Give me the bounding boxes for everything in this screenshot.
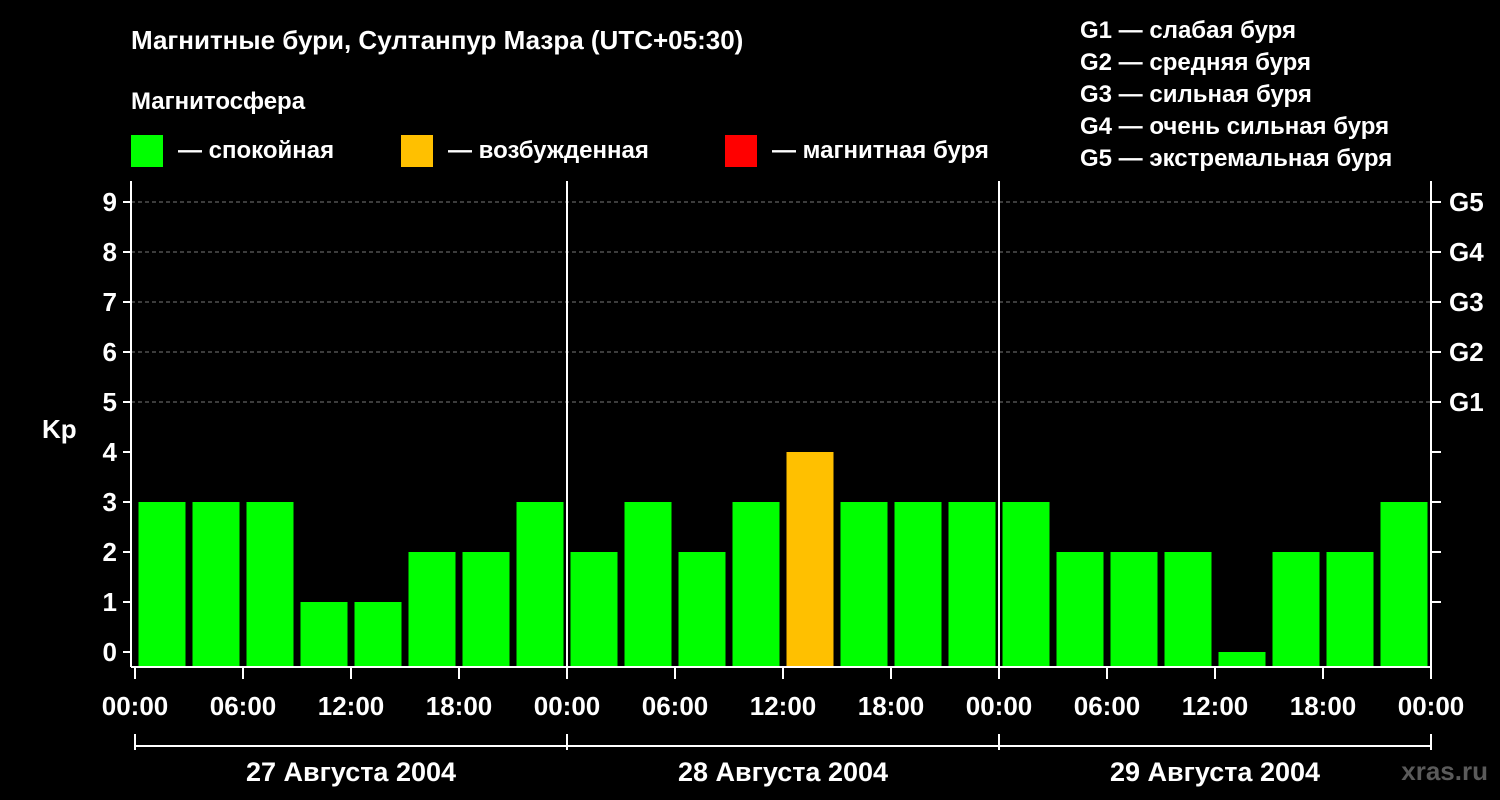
kp-bar xyxy=(624,502,672,667)
x-tick-label: 00:00 xyxy=(102,691,169,721)
x-tick-label: 00:00 xyxy=(534,691,601,721)
bars xyxy=(138,452,1428,667)
kp-bar xyxy=(192,502,240,667)
x-tick-label: 00:00 xyxy=(1398,691,1465,721)
y-tick-label: 3 xyxy=(103,487,117,517)
kp-bar xyxy=(1002,502,1050,667)
legend-swatch-unsettled xyxy=(401,135,433,167)
kp-bar xyxy=(300,602,348,667)
kp-bar xyxy=(948,502,996,667)
legend-swatch-storm xyxy=(725,135,757,167)
kp-bar xyxy=(1164,552,1212,667)
y-tick-label: 0 xyxy=(103,637,117,667)
y-tick-label: 4 xyxy=(103,437,118,467)
x-tick-label: 06:00 xyxy=(642,691,709,721)
legend-swatch-quiet xyxy=(131,135,163,167)
scale-g1: G1 — слабая буря xyxy=(1080,17,1296,44)
x-tick-label: 18:00 xyxy=(1290,691,1357,721)
kp-bar xyxy=(408,552,456,667)
grid-lines xyxy=(131,181,1431,667)
kp-bar xyxy=(732,502,780,667)
kp-bar xyxy=(1272,552,1320,667)
x-tick-label: 18:00 xyxy=(426,691,493,721)
day-label: 28 Августа 2004 xyxy=(678,757,888,787)
right-tick-label: G5 xyxy=(1449,187,1484,217)
day-label: 29 Августа 2004 xyxy=(1110,757,1320,787)
kp-bar xyxy=(1380,502,1428,667)
watermark: xras.ru xyxy=(1401,756,1488,786)
kp-bar xyxy=(570,552,618,667)
x-tick-label: 12:00 xyxy=(750,691,817,721)
kp-bar xyxy=(516,502,564,667)
chart-title: Магнитные бури, Султанпур Мазра (UTC+05:… xyxy=(131,25,743,55)
kp-bar xyxy=(354,602,402,667)
right-tick-label: G1 xyxy=(1449,387,1484,417)
y-tick-label: 5 xyxy=(103,387,117,417)
y-tick-label: 1 xyxy=(103,587,117,617)
scale-g4: G4 — очень сильная буря xyxy=(1080,113,1389,140)
y-axis-label: Kp xyxy=(42,414,77,444)
day-label: 27 Августа 2004 xyxy=(246,757,456,787)
x-tick-label: 12:00 xyxy=(1182,691,1249,721)
right-tick-label: G3 xyxy=(1449,287,1484,317)
x-tick-label: 18:00 xyxy=(858,691,925,721)
magnetic-storm-chart: Магнитные бури, Султанпур Мазра (UTC+05:… xyxy=(42,17,1488,787)
x-tick-label: 00:00 xyxy=(966,691,1033,721)
kp-bar xyxy=(1056,552,1104,667)
kp-bar xyxy=(1326,552,1374,667)
y-tick-label: 7 xyxy=(103,287,117,317)
kp-bar xyxy=(840,502,888,667)
x-tick-label: 12:00 xyxy=(318,691,385,721)
legend-label-quiet: — спокойная xyxy=(178,137,334,164)
legend-heading: Магнитосфера xyxy=(131,88,306,115)
y-tick-label: 8 xyxy=(103,237,117,267)
kp-bar xyxy=(138,502,186,667)
y-tick-label: 6 xyxy=(103,337,117,367)
y-tick-label: 2 xyxy=(103,537,117,567)
right-tick-label: G2 xyxy=(1449,337,1484,367)
scale-g5: G5 — экстремальная буря xyxy=(1080,145,1392,172)
legend-label-unsettled: — возбужденная xyxy=(448,137,649,164)
right-tick-label: G4 xyxy=(1449,237,1484,267)
kp-bar xyxy=(246,502,294,667)
x-tick-label: 06:00 xyxy=(210,691,277,721)
kp-bar xyxy=(1110,552,1158,667)
kp-bar xyxy=(786,452,834,667)
y-tick-label: 9 xyxy=(103,187,117,217)
kp-bar xyxy=(462,552,510,667)
x-tick-label: 06:00 xyxy=(1074,691,1141,721)
scale-g2: G2 — средняя буря xyxy=(1080,49,1311,76)
scale-g3: G3 — сильная буря xyxy=(1080,81,1312,108)
kp-bar xyxy=(1218,652,1266,667)
legend-label-storm: — магнитная буря xyxy=(772,137,989,164)
kp-bar xyxy=(678,552,726,667)
kp-bar xyxy=(894,502,942,667)
